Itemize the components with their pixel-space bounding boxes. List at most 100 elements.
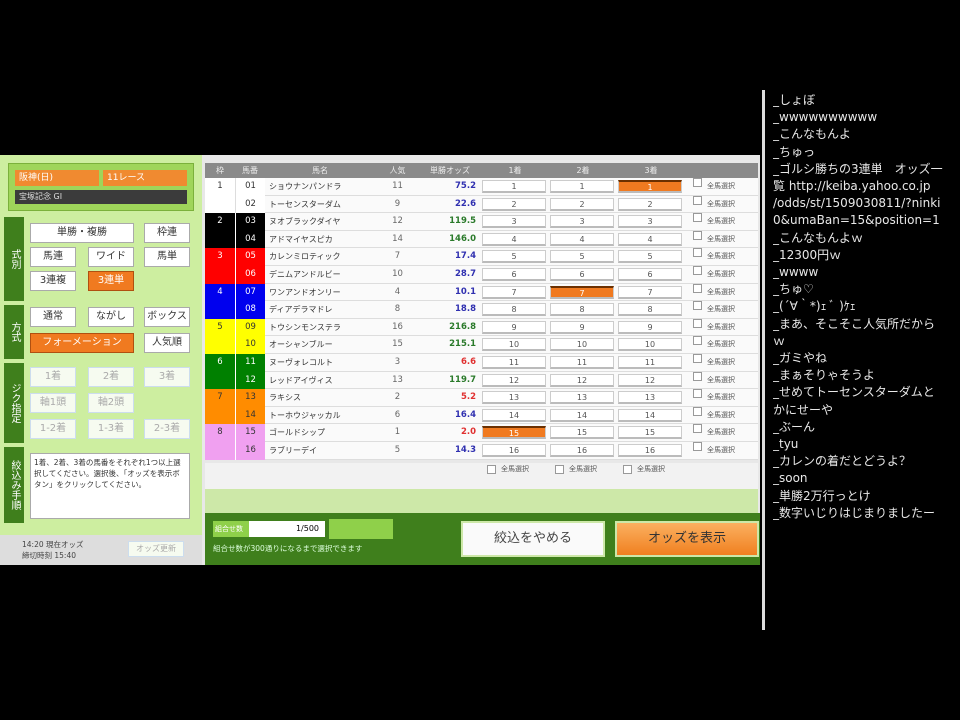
first-place-toggle[interactable]: 6 [482, 268, 546, 281]
first-place-toggle[interactable]: 16 [482, 444, 546, 457]
win-odds: 75.2 [455, 181, 476, 191]
bet-type-button[interactable]: 馬単 [144, 247, 190, 267]
combo-value: 1/500 [249, 521, 325, 537]
second-place-toggle[interactable]: 14 [550, 408, 614, 422]
second-place-toggle[interactable]: 15 [550, 426, 614, 440]
second-place-toggle[interactable]: 3 [550, 215, 614, 229]
select-all-checkbox[interactable] [693, 336, 702, 346]
second-place-toggle[interactable]: 12 [550, 373, 614, 387]
axis-button[interactable]: 1-3着 [88, 419, 134, 439]
refresh-odds-button[interactable]: オッズ更新 [128, 541, 184, 557]
second-place-toggle[interactable]: 7 [550, 285, 614, 299]
method-button[interactable]: フォーメーション [30, 333, 134, 353]
third-place-toggle[interactable]: 6 [618, 268, 682, 281]
third-place-toggle[interactable]: 7 [618, 285, 682, 299]
select-all-checkbox[interactable] [693, 248, 702, 258]
select-all-checkbox[interactable] [693, 283, 702, 293]
method-button[interactable]: 通常 [30, 307, 76, 327]
third-place-toggle[interactable]: 16 [618, 444, 682, 457]
axis-button[interactable]: 2-3着 [144, 419, 190, 439]
cancel-filter-button[interactable]: 絞込をやめる [461, 521, 605, 557]
third-place-toggle[interactable]: 2 [618, 197, 682, 211]
second-place-toggle[interactable]: 8 [550, 303, 614, 317]
select-all-checkbox[interactable] [693, 213, 702, 223]
first-place-toggle[interactable]: 15 [482, 426, 546, 440]
bet-type-button[interactable]: 3連複 [30, 271, 76, 291]
first-place-toggle[interactable]: 10 [482, 338, 546, 352]
section-method: 方式 [4, 305, 24, 359]
third-place-toggle[interactable]: 13 [618, 391, 682, 405]
first-place-toggle[interactable]: 14 [482, 408, 546, 422]
third-place-toggle[interactable]: 1 [618, 180, 682, 193]
first-place-toggle[interactable]: 5 [482, 250, 546, 264]
bet-type-button[interactable]: 馬連 [30, 247, 76, 267]
first-place-toggle[interactable]: 9 [482, 320, 546, 334]
third-place-toggle[interactable]: 11 [618, 356, 682, 369]
third-place-toggle[interactable]: 10 [618, 338, 682, 352]
column-select-all-checkbox[interactable] [555, 465, 564, 474]
select-all-label: 全馬選択 [707, 287, 735, 296]
first-place-toggle[interactable]: 7 [482, 285, 546, 299]
popularity: 13 [392, 374, 403, 385]
column-select-all-checkbox[interactable] [623, 465, 632, 474]
first-place-toggle[interactable]: 3 [482, 215, 546, 229]
bet-type-button[interactable]: ワイド [88, 247, 134, 267]
third-place-toggle[interactable]: 3 [618, 215, 682, 229]
first-place-toggle[interactable]: 12 [482, 373, 546, 387]
second-place-toggle[interactable]: 11 [550, 356, 614, 369]
select-all-checkbox[interactable] [693, 354, 702, 363]
method-button[interactable]: ボックス [144, 307, 190, 327]
race-name[interactable]: 宝塚記念 GI [15, 190, 187, 204]
select-all-checkbox[interactable] [693, 178, 702, 187]
first-place-toggle[interactable]: 4 [482, 232, 546, 246]
popularity: 3 [394, 357, 401, 367]
first-place-toggle[interactable]: 8 [482, 303, 546, 317]
first-place-toggle[interactable]: 11 [482, 356, 546, 369]
third-place-toggle[interactable]: 15 [618, 426, 682, 440]
select-all-checkbox[interactable] [693, 406, 702, 416]
axis-button[interactable]: 軸2頭 [88, 393, 134, 413]
axis-button[interactable]: 3着 [144, 367, 190, 387]
third-place-toggle[interactable]: 9 [618, 320, 682, 334]
bet-type-button[interactable]: 枠連 [144, 223, 190, 243]
second-place-toggle[interactable]: 1 [550, 180, 614, 193]
first-place-toggle[interactable]: 13 [482, 391, 546, 405]
axis-button[interactable]: 軸1頭 [30, 393, 76, 413]
horse-number: 01 [235, 178, 265, 196]
second-place-toggle[interactable]: 10 [550, 338, 614, 352]
second-place-toggle[interactable]: 6 [550, 268, 614, 281]
select-all-checkbox[interactable] [693, 195, 702, 205]
select-all-checkbox[interactable] [693, 266, 702, 275]
third-place-toggle[interactable]: 12 [618, 373, 682, 387]
bet-type-button[interactable]: 3連単 [88, 271, 134, 291]
select-all-checkbox[interactable] [693, 389, 702, 399]
third-place-toggle[interactable]: 5 [618, 250, 682, 264]
second-place-toggle[interactable]: 4 [550, 232, 614, 246]
third-place-toggle[interactable]: 14 [618, 408, 682, 422]
select-all-checkbox[interactable] [693, 424, 702, 434]
comment: _しょぼ [773, 93, 816, 107]
select-all-checkbox[interactable] [693, 442, 702, 451]
second-place-toggle[interactable]: 9 [550, 320, 614, 334]
third-place-toggle[interactable]: 4 [618, 232, 682, 246]
select-all-checkbox[interactable] [693, 371, 702, 381]
column-select-all-checkbox[interactable] [487, 465, 496, 474]
first-place-toggle[interactable]: 1 [482, 180, 546, 193]
select-all-checkbox[interactable] [693, 318, 702, 328]
first-place-toggle[interactable]: 2 [482, 197, 546, 211]
method-button[interactable]: 人気順 [144, 333, 190, 353]
second-place-toggle[interactable]: 13 [550, 391, 614, 405]
bet-type-button[interactable]: 単勝・複勝 [30, 223, 134, 243]
axis-button[interactable]: 1着 [30, 367, 76, 387]
second-place-toggle[interactable]: 5 [550, 250, 614, 264]
axis-button[interactable]: 2着 [88, 367, 134, 387]
select-all-checkbox[interactable] [693, 230, 702, 240]
select-all-checkbox[interactable] [693, 301, 702, 311]
second-place-toggle[interactable]: 16 [550, 444, 614, 457]
second-place-toggle[interactable]: 2 [550, 197, 614, 211]
method-button[interactable]: ながし [88, 307, 134, 327]
comment: _ぶーん [773, 419, 816, 434]
third-place-toggle[interactable]: 8 [618, 303, 682, 317]
axis-button[interactable]: 1-2着 [30, 419, 76, 439]
show-odds-button[interactable]: オッズを表示 [615, 521, 759, 557]
